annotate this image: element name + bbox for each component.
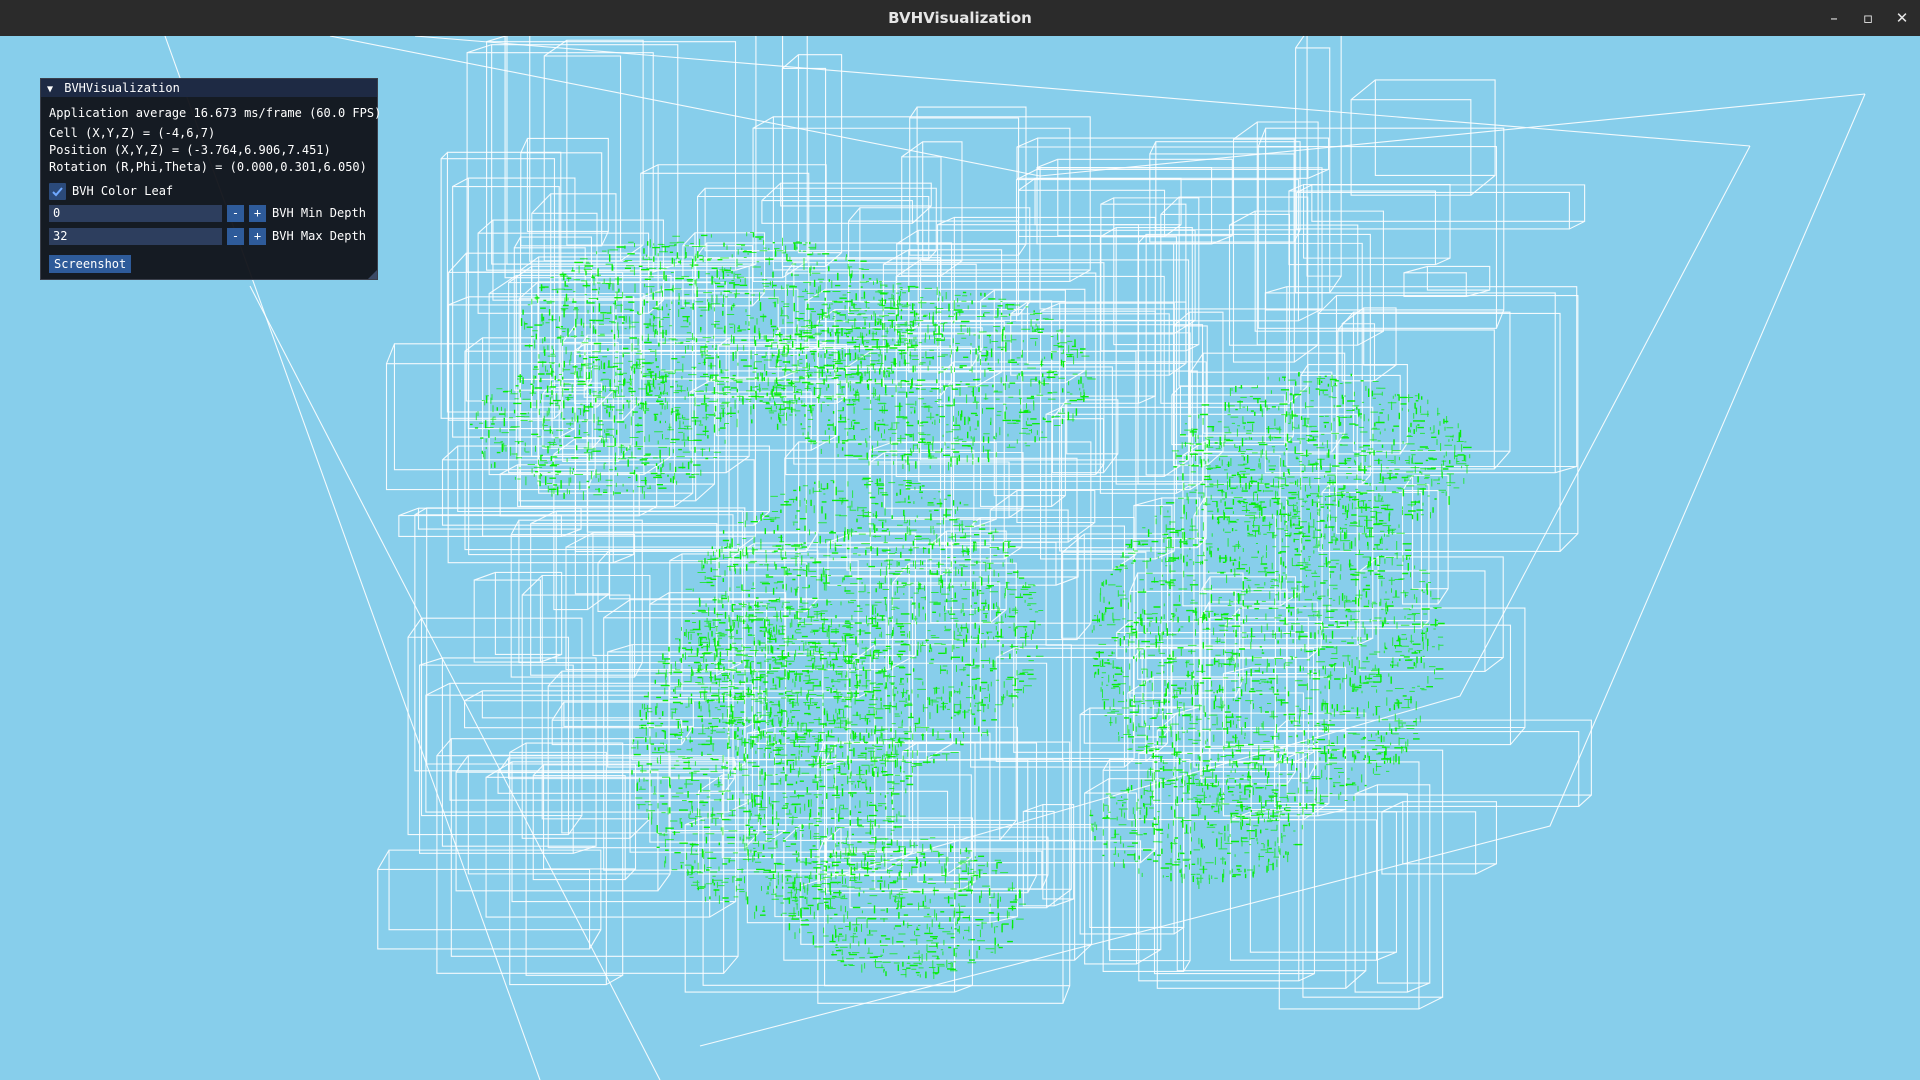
bvh-node-box bbox=[909, 106, 1027, 256]
max-depth-input[interactable]: 32 bbox=[49, 228, 222, 245]
bvh-node-box bbox=[1341, 307, 1397, 382]
outer-frame-lines bbox=[164, 36, 1866, 1080]
screenshot-button[interactable]: Screenshot bbox=[49, 255, 132, 273]
bvh-node-box bbox=[1274, 719, 1592, 807]
bvh-node-box bbox=[1036, 158, 1233, 245]
bvh-node-box bbox=[436, 738, 739, 974]
bvh-node-box bbox=[473, 571, 563, 663]
minimize-button[interactable]: – bbox=[1818, 0, 1850, 36]
bvh-node-box bbox=[1156, 712, 1367, 989]
bvh-node-box bbox=[1381, 801, 1498, 875]
collapse-arrow-icon[interactable]: ▼ bbox=[47, 81, 57, 99]
bvh-node-box bbox=[1040, 302, 1175, 560]
bvh-node-box bbox=[441, 445, 770, 526]
checkmark-icon bbox=[52, 187, 63, 197]
bvh-node-box bbox=[1189, 352, 1346, 453]
fps-text: Application average 16.673 ms/frame (60.… bbox=[49, 106, 382, 120]
cell-text: Cell (X,Y,Z) = (-4,6,7) bbox=[49, 126, 216, 140]
close-button[interactable]: ✕ bbox=[1886, 0, 1918, 36]
bvh-node-box bbox=[781, 54, 843, 267]
rotation-text: Rotation (R,Phi,Theta) = (0.000,0.301,6.… bbox=[49, 160, 367, 174]
bvh-node-box bbox=[1016, 137, 1330, 179]
bvh-visualization-panel: ▼ BVHVisualization Application average 1… bbox=[40, 78, 382, 280]
panel-title: BVHVisualization bbox=[64, 81, 180, 95]
min-depth-input[interactable]: 0 bbox=[49, 205, 222, 222]
max-depth-label: BVH Max Depth bbox=[272, 229, 366, 243]
bvh-node-box bbox=[521, 574, 651, 839]
maximize-button[interactable]: ▫ bbox=[1852, 0, 1884, 36]
min-depth-increment-button[interactable]: + bbox=[249, 205, 266, 222]
max-depth-decrement-button[interactable]: - bbox=[227, 228, 244, 245]
bvh-node-box bbox=[520, 137, 609, 247]
bvh-node-box bbox=[1116, 620, 1322, 659]
resize-grip[interactable] bbox=[368, 270, 377, 279]
bvh-node-box bbox=[892, 562, 1017, 841]
bvh-bounding-boxes bbox=[164, 36, 1866, 1080]
max-depth-increment-button[interactable]: + bbox=[249, 228, 266, 245]
color-leaf-checkbox[interactable] bbox=[49, 183, 66, 200]
bvh-node-box bbox=[447, 296, 635, 564]
bvh-node-box bbox=[509, 742, 624, 986]
window-titlebar: BVHVisualization – ▫ ✕ bbox=[0, 0, 1920, 36]
panel-header[interactable]: ▼ BVHVisualization bbox=[41, 79, 377, 97]
window-title: BVHVisualization bbox=[888, 9, 1032, 27]
min-depth-decrement-button[interactable]: - bbox=[227, 205, 244, 222]
bvh-node-box bbox=[902, 741, 976, 892]
bvh-node-box bbox=[869, 441, 997, 528]
bvh-node-box bbox=[846, 350, 1137, 571]
bvh-node-box bbox=[944, 361, 1207, 549]
bvh-node-box bbox=[1079, 707, 1185, 935]
bvh-node-box bbox=[1403, 265, 1491, 297]
bvh-node-box bbox=[1228, 210, 1384, 346]
min-depth-label: BVH Min Depth bbox=[272, 206, 366, 220]
position-text: Position (X,Y,Z) = (-3.764,6.906,7.451) bbox=[49, 143, 331, 157]
bvh-node-box bbox=[1051, 399, 1119, 474]
bvh-node-box bbox=[761, 182, 932, 224]
color-leaf-label: BVH Color Leaf bbox=[72, 184, 174, 198]
bvh-node-box bbox=[1401, 474, 1449, 605]
